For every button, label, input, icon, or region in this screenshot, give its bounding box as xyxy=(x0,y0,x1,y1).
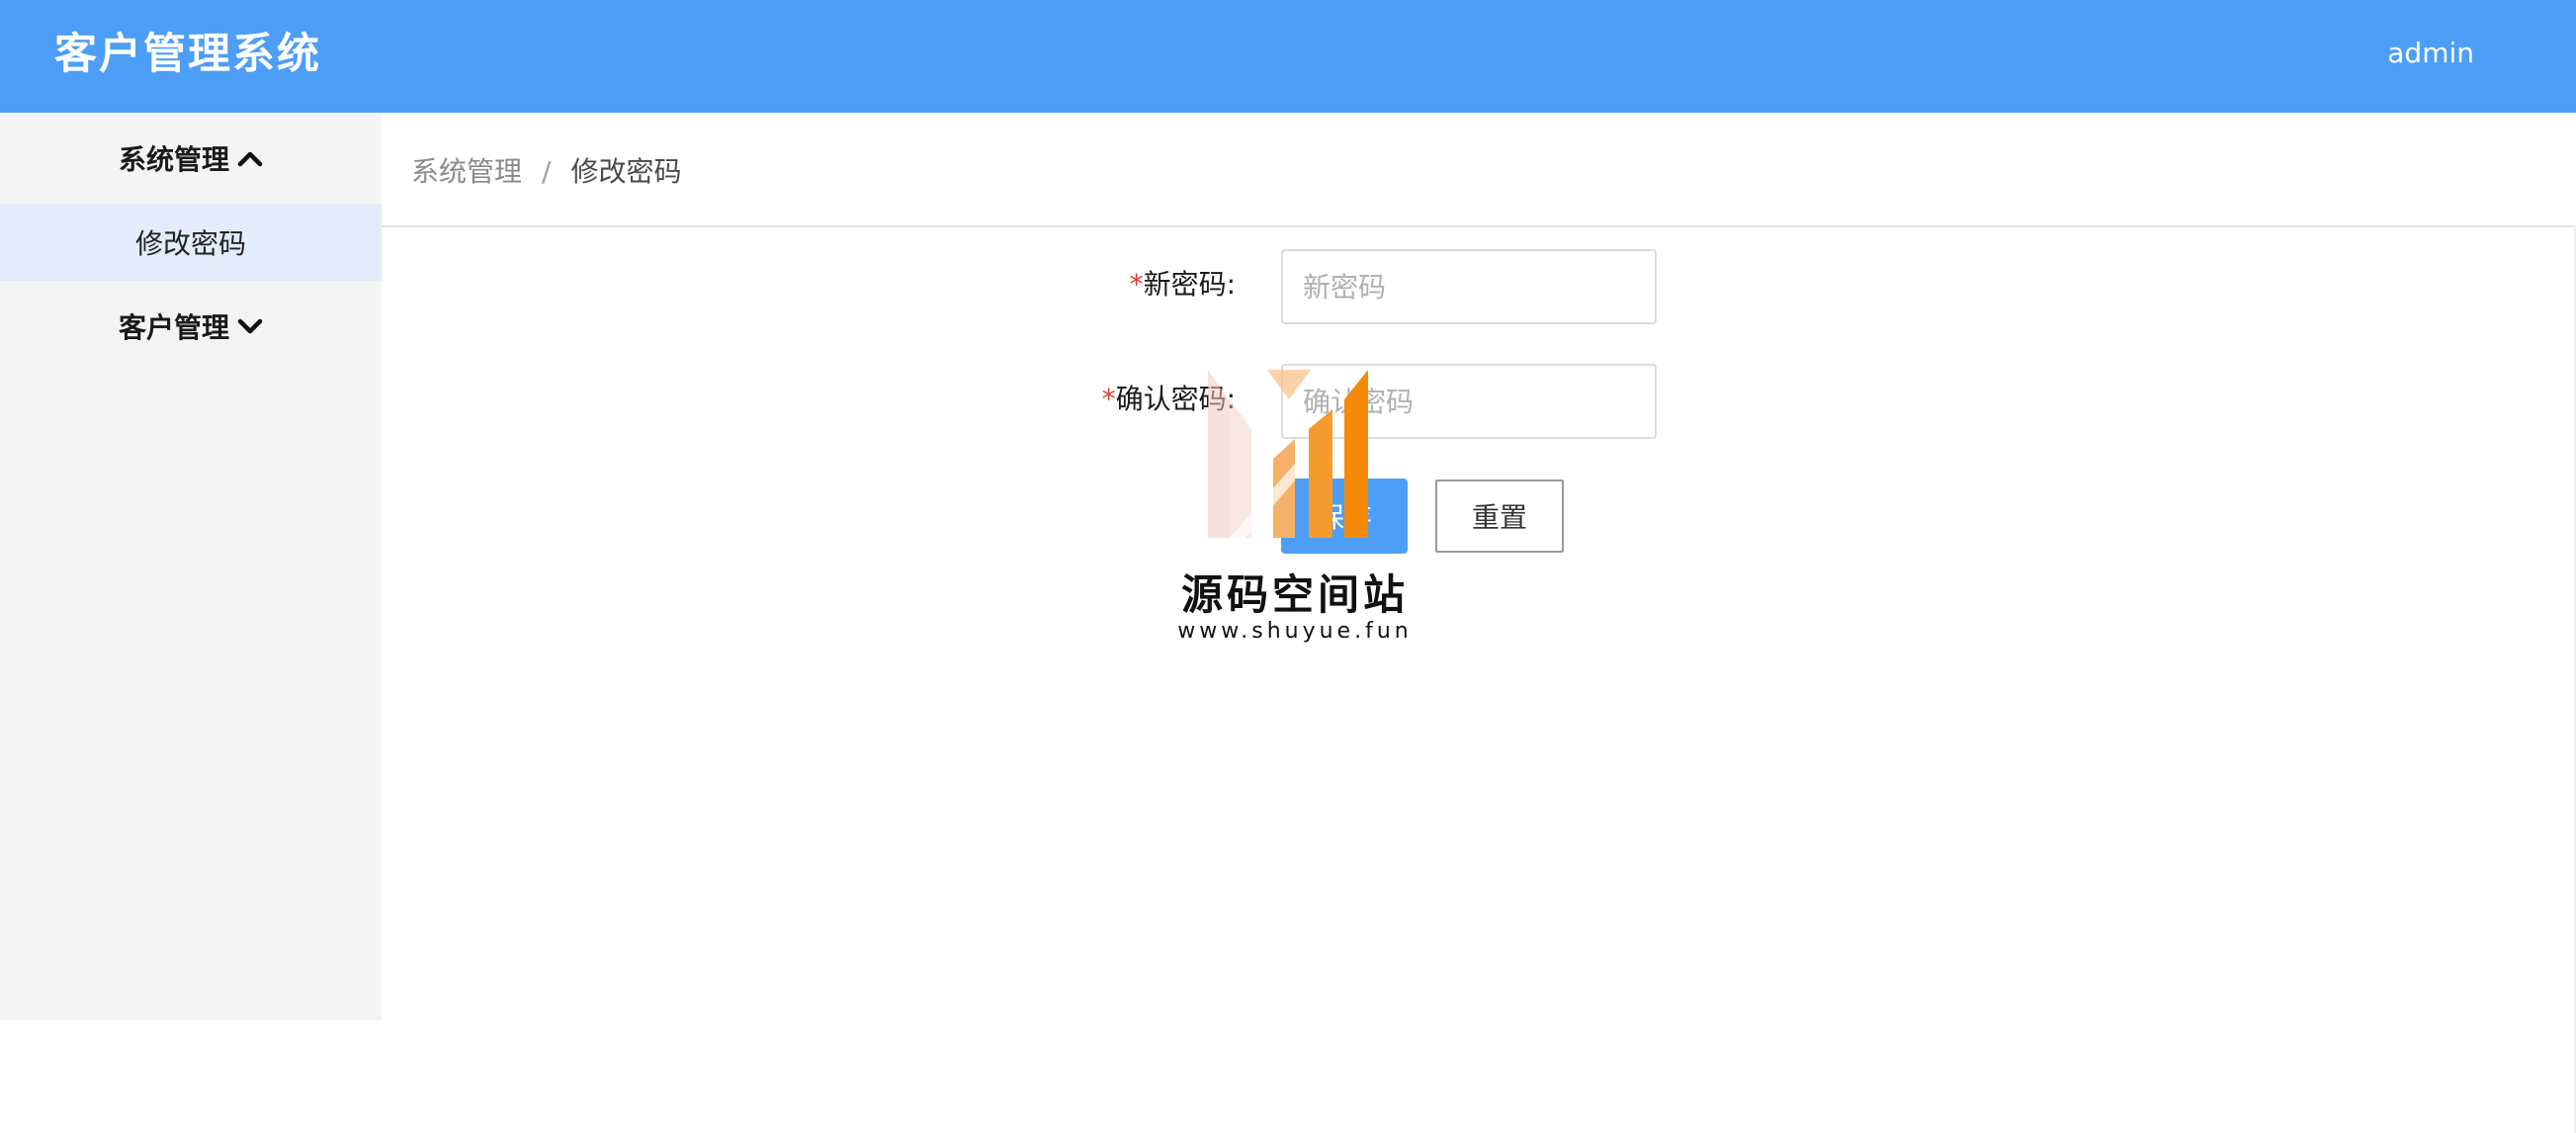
chevron-down-icon xyxy=(237,318,263,334)
new-password-label-text: 新密码: xyxy=(1143,268,1236,301)
confirm-password-label-text: 确认密码: xyxy=(1115,383,1236,415)
chevron-up-icon xyxy=(237,151,263,167)
sidebar-group-label: 系统管理 xyxy=(118,143,229,176)
sidebar: 系统管理 修改密码 客户管理 xyxy=(0,113,382,1020)
user-menu[interactable]: admin xyxy=(2387,34,2474,73)
sidebar-group-label: 客户管理 xyxy=(118,311,229,344)
required-mark: * xyxy=(1101,383,1116,415)
header-divider xyxy=(382,225,2576,227)
reset-button[interactable]: 重置 xyxy=(1435,479,1564,553)
new-password-label: *新密码: xyxy=(840,265,1236,305)
save-button[interactable]: 保存 xyxy=(1281,479,1408,554)
breadcrumb-separator: / xyxy=(542,155,552,188)
breadcrumb-current: 修改密码 xyxy=(570,155,682,188)
confirm-password-input[interactable] xyxy=(1281,364,1657,439)
app-title: 客户管理系统 xyxy=(54,30,321,79)
sidebar-item-label: 修改密码 xyxy=(134,227,246,260)
sidebar-group-customer-management[interactable]: 客户管理 xyxy=(0,289,382,364)
sidebar-item-change-password[interactable]: 修改密码 xyxy=(0,204,382,281)
sidebar-group-system-management[interactable]: 系统管理 xyxy=(0,121,382,196)
confirm-password-label: *确认密码: xyxy=(840,380,1236,419)
new-password-input[interactable] xyxy=(1281,249,1657,324)
top-header: 客户管理系统 admin xyxy=(0,0,2576,113)
main-content: 系统管理 / 修改密码 *新密码: *确认密码: 保存 重置 xyxy=(382,113,2576,1133)
breadcrumb: 系统管理 / 修改密码 xyxy=(411,152,681,192)
required-mark: * xyxy=(1129,268,1144,301)
breadcrumb-parent[interactable]: 系统管理 xyxy=(411,155,522,188)
